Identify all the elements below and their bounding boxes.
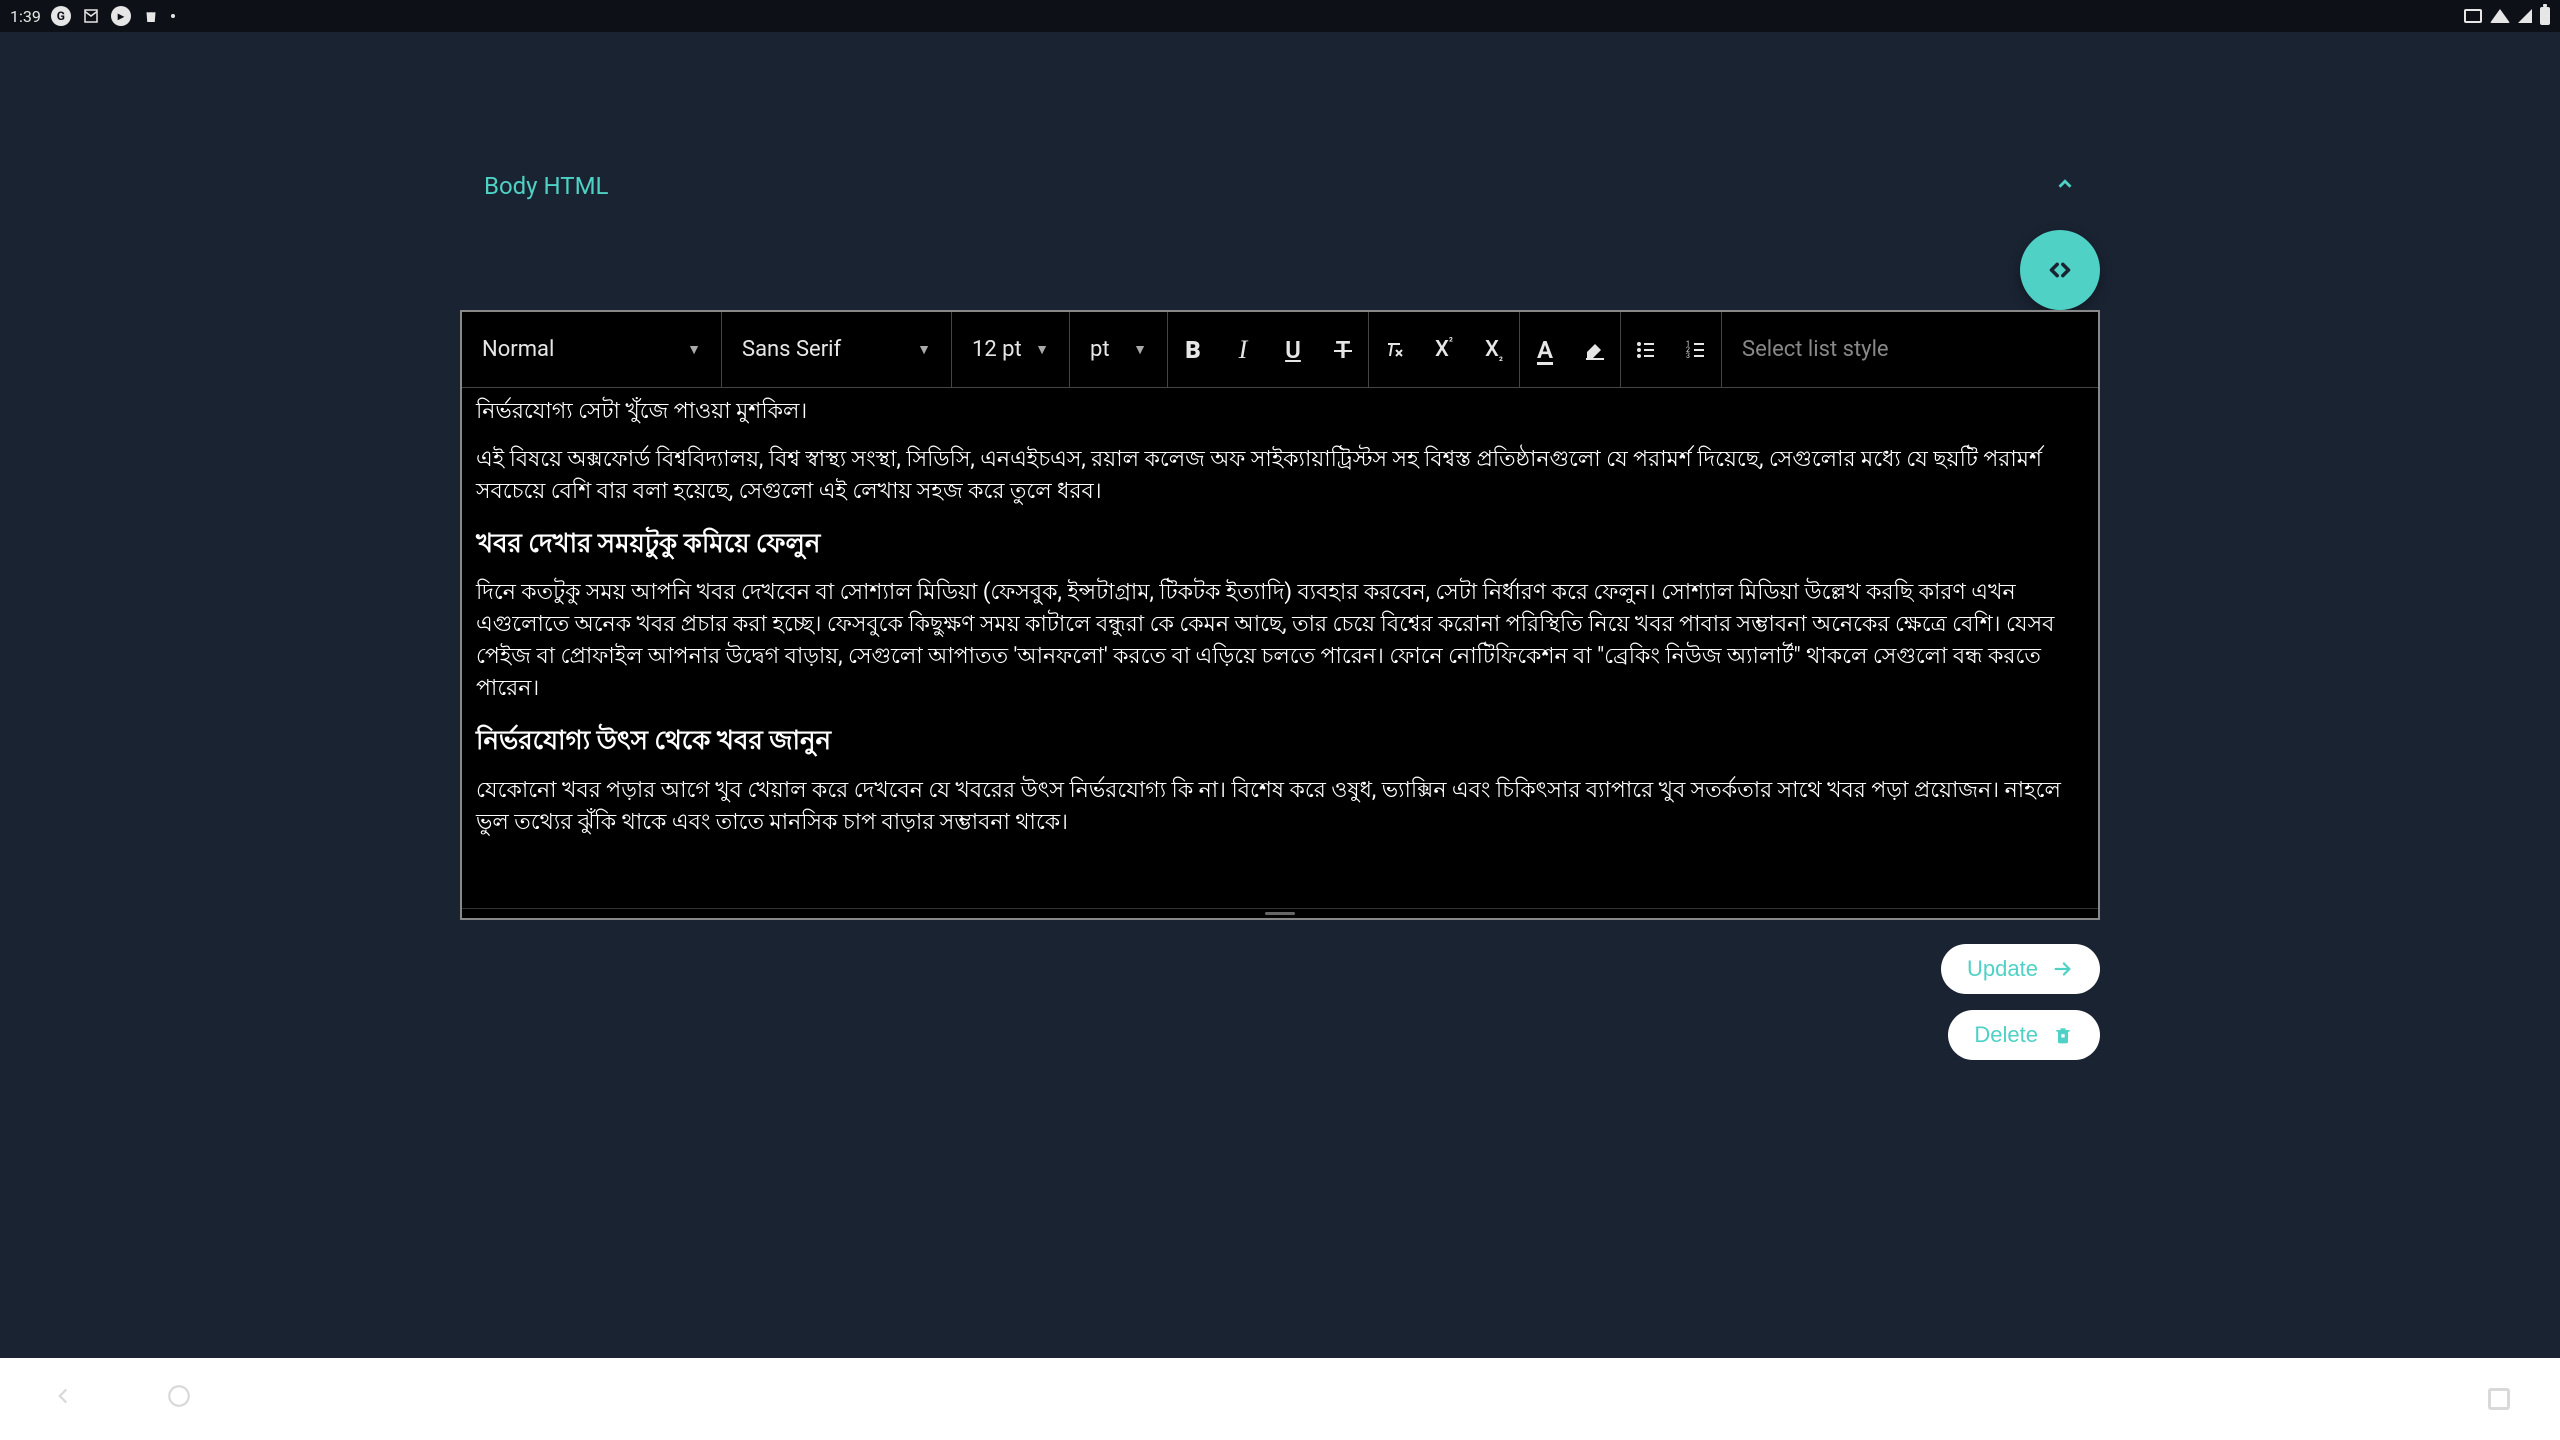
grip-icon	[1265, 912, 1295, 915]
play-icon: ▸	[111, 6, 131, 26]
section-header[interactable]: Body HTML	[460, 172, 2100, 200]
code-view-toggle-button[interactable]	[2020, 230, 2100, 310]
size-unit-select[interactable]: pt ▼	[1070, 312, 1168, 387]
battery-icon	[2540, 7, 2550, 25]
font-family-select[interactable]: Sans Serif ▼	[722, 312, 952, 387]
bold-button[interactable]: B	[1168, 312, 1218, 387]
list-group: 123	[1621, 312, 1722, 387]
subscript-button[interactable]: X₂	[1469, 312, 1519, 387]
section-title: Body HTML	[484, 172, 608, 200]
content-heading: নির্ভরযোগ্য উৎস থেকে খবর জানুন	[476, 723, 2084, 761]
status-left: 1:39 G ▸	[10, 6, 175, 26]
svg-text:3: 3	[1686, 352, 1690, 360]
subscript-base: X	[1485, 337, 1499, 362]
android-nav-bar	[0, 1358, 2560, 1440]
content-paragraph: যেকোনো খবর পড়ার আগে খুব খেয়াল করে দেখব…	[476, 775, 2084, 839]
list-style-placeholder: Select list style	[1742, 337, 1889, 362]
font-size-select[interactable]: 12 pt ▼	[952, 312, 1070, 387]
signal-icon	[2518, 9, 2532, 23]
cast-icon	[2464, 9, 2482, 23]
font-family-value: Sans Serif	[742, 337, 841, 362]
mail-icon	[81, 6, 101, 26]
text-color-icon: A	[1537, 336, 1553, 364]
strikethrough-button[interactable]: T	[1318, 312, 1368, 387]
delete-button[interactable]: Delete	[1948, 1010, 2100, 1060]
dropdown-arrow-icon: ▼	[687, 341, 701, 358]
update-label: Update	[1967, 956, 2038, 982]
clear-format-button[interactable]	[1369, 312, 1419, 387]
dropdown-arrow-icon: ▼	[917, 341, 931, 358]
content-heading: খবর দেখার সময়টুকু কমিয়ে ফেলুন	[476, 526, 2084, 564]
paragraph-style-select[interactable]: Normal ▼	[462, 312, 722, 387]
rich-text-editor: Normal ▼ Sans Serif ▼ 12 pt ▼ pt ▼ B	[460, 310, 2100, 920]
text-color-button[interactable]: A	[1520, 312, 1570, 387]
dropdown-arrow-icon: ▼	[1035, 341, 1049, 358]
content-paragraph: দিনে কতটুকু সময় আপনি খবর দেখবেন বা সোশ্…	[476, 577, 2084, 705]
content-wrap: Body HTML Normal ▼ Sans Serif ▼	[460, 172, 2100, 1358]
more-notifications-dot	[171, 14, 175, 18]
strikethrough-icon: T	[1336, 336, 1351, 364]
underline-button[interactable]: U	[1268, 312, 1318, 387]
paragraph-style-value: Normal	[482, 337, 554, 362]
script-group: X² X₂	[1369, 312, 1520, 387]
arrow-right-icon	[2052, 958, 2074, 980]
main-area: Body HTML Normal ▼ Sans Serif ▼	[0, 32, 2560, 1358]
editor-toolbar: Normal ▼ Sans Serif ▼ 12 pt ▼ pt ▼ B	[462, 312, 2098, 388]
dropdown-arrow-icon: ▼	[1133, 341, 1147, 358]
font-size-value: 12 pt	[972, 337, 1022, 362]
size-unit-value: pt	[1090, 337, 1110, 362]
text-style-group: B I U T	[1168, 312, 1369, 387]
status-right	[2464, 7, 2550, 25]
superscript-button[interactable]: X²	[1419, 312, 1469, 387]
store-icon	[141, 6, 161, 26]
numbered-list-button[interactable]: 123	[1671, 312, 1721, 387]
chevron-up-icon[interactable]	[2054, 173, 2076, 200]
editor-content-area[interactable]: নির্ভরযোগ্য সেটা খুঁজে পাওয়া মুশকিল। এই…	[462, 388, 2098, 908]
italic-button[interactable]: I	[1218, 312, 1268, 387]
resize-handle[interactable]	[462, 908, 2098, 918]
wifi-icon	[2490, 9, 2510, 23]
bullet-list-button[interactable]	[1621, 312, 1671, 387]
list-style-select[interactable]: Select list style	[1722, 312, 2098, 387]
update-button[interactable]: Update	[1941, 944, 2100, 994]
highlight-color-button[interactable]	[1570, 312, 1620, 387]
action-buttons: Update Delete	[460, 944, 2100, 1060]
delete-label: Delete	[1974, 1022, 2038, 1048]
nav-left	[50, 1383, 192, 1416]
back-icon[interactable]	[50, 1383, 76, 1416]
home-icon[interactable]	[166, 1383, 192, 1416]
content-paragraph: নির্ভরযোগ্য সেটা খুঁজে পাওয়া মুশকিল।	[476, 396, 2084, 428]
google-icon: G	[51, 6, 71, 26]
superscript-base: X	[1435, 337, 1449, 362]
android-status-bar: 1:39 G ▸	[0, 0, 2560, 32]
recents-icon[interactable]	[2488, 1388, 2510, 1410]
nav-right	[2488, 1388, 2510, 1410]
highlight-icon	[1581, 336, 1609, 364]
trash-icon	[2052, 1024, 2074, 1046]
content-paragraph: এই বিষয়ে অক্সফোর্ড বিশ্ববিদ্যালয়, বিশ্…	[476, 444, 2084, 508]
status-time: 1:39	[10, 7, 41, 26]
color-group: A	[1520, 312, 1621, 387]
